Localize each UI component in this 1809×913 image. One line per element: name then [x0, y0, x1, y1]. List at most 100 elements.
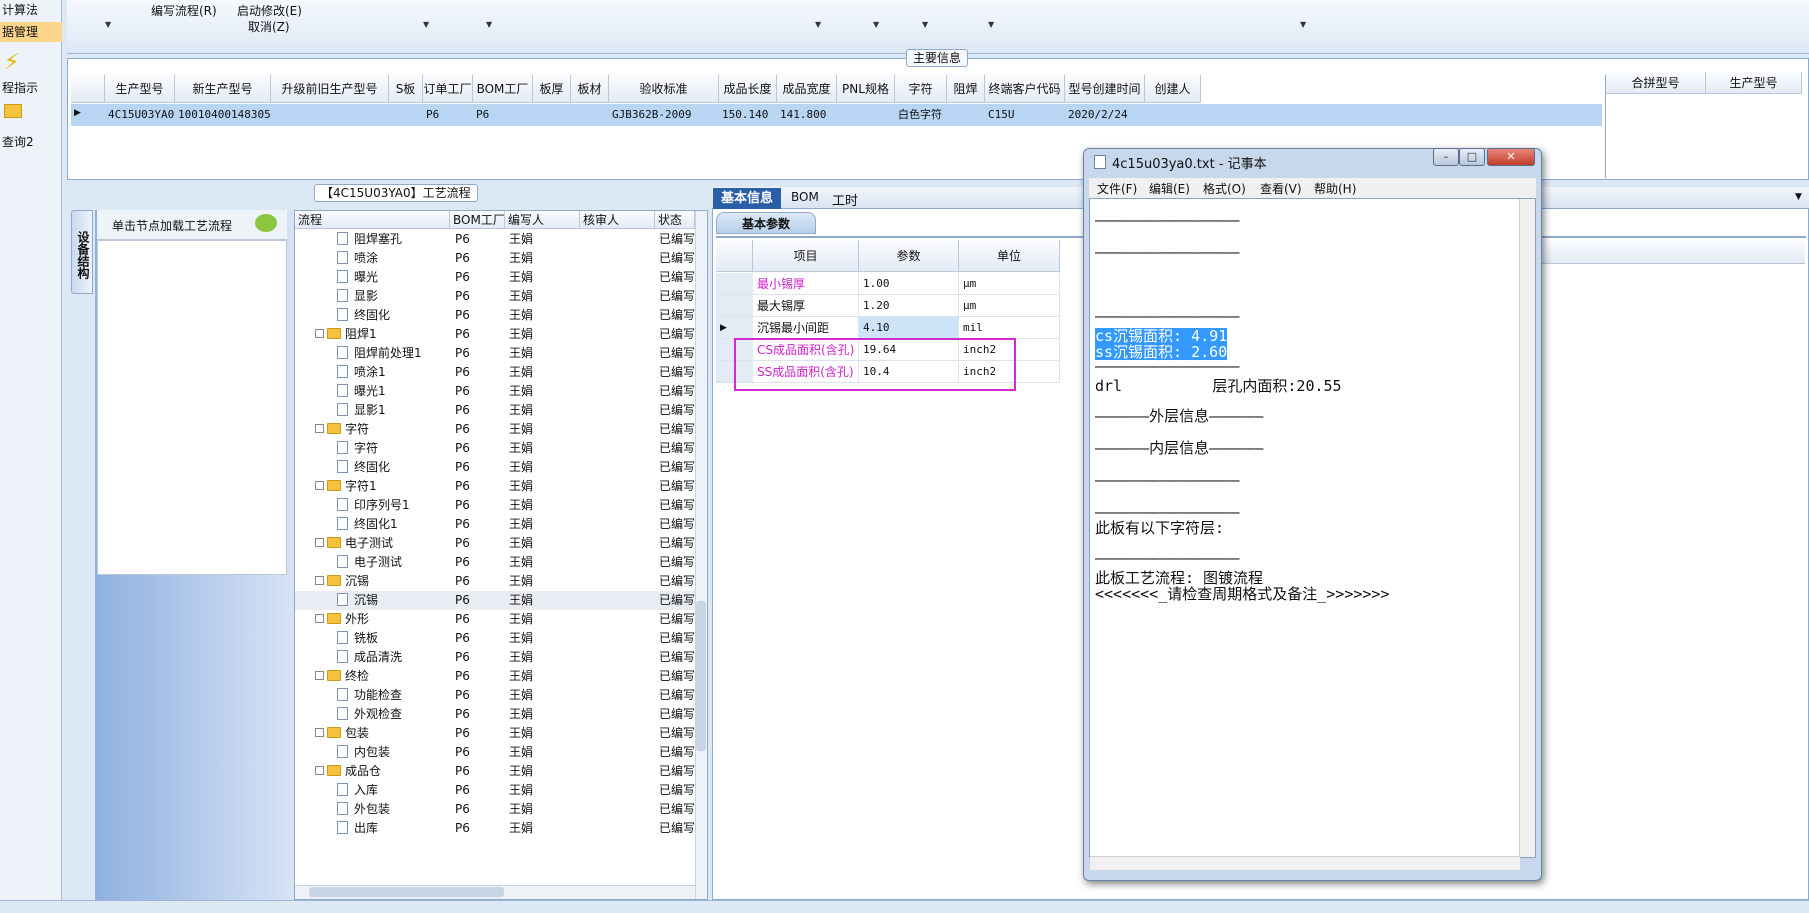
col-header-flow[interactable]: 流程: [295, 211, 450, 229]
menu-edit[interactable]: 编辑(E): [1149, 180, 1190, 197]
tree-row[interactable]: 内包装 P6 王娟 已编写: [295, 743, 695, 762]
horizontal-scrollbar[interactable]: [1090, 856, 1520, 870]
collapse-icon[interactable]: −: [315, 766, 324, 775]
tree-row[interactable]: 印序列号1 P6 王娟 已编写: [295, 496, 695, 515]
subtab-basic-params[interactable]: 基本参数: [716, 212, 816, 234]
chevron-down-icon[interactable]: ▼: [1300, 20, 1306, 29]
tab-basic-info[interactable]: 基本信息: [713, 188, 781, 209]
col-header-reviewer[interactable]: 核审人: [580, 211, 655, 229]
collapse-icon[interactable]: −: [315, 329, 324, 338]
device-tree-area[interactable]: [97, 240, 287, 575]
row-indicator[interactable]: [716, 273, 753, 295]
col-header-merge-model[interactable]: 合拼型号: [1606, 72, 1706, 94]
tree-row[interactable]: − 包装 P6 王娟 已编写: [295, 724, 695, 743]
tree-row[interactable]: 终固化1 P6 王娟 已编写: [295, 515, 695, 534]
menu-view[interactable]: 查看(V): [1260, 180, 1302, 197]
write-flow-button[interactable]: 编写流程(R): [151, 2, 217, 19]
chevron-down-icon[interactable]: ▼: [815, 20, 821, 29]
col-header[interactable]: BOM工厂: [473, 75, 533, 103]
tree-row[interactable]: 沉锡 P6 王娟 已编写: [295, 591, 695, 610]
col-header[interactable]: 订单工厂: [423, 75, 473, 103]
col-header[interactable]: 生产型号: [105, 75, 175, 103]
param-cell-value[interactable]: 1.20: [859, 295, 959, 317]
col-header[interactable]: 板厚: [533, 75, 571, 103]
tree-row[interactable]: 外观检查 P6 王娟 已编写: [295, 705, 695, 724]
col-header[interactable]: 升级前旧生产型号: [271, 75, 389, 103]
row-indicator[interactable]: ▶: [716, 317, 753, 339]
tree-row[interactable]: 显影 P6 王娟 已编写: [295, 287, 695, 306]
chevron-down-icon[interactable]: ▼: [1795, 192, 1802, 202]
tree-row[interactable]: 功能检查 P6 王娟 已编写: [295, 686, 695, 705]
menu-file[interactable]: 文件(F): [1097, 180, 1137, 197]
tree-row[interactable]: 终固化 P6 王娟 已编写: [295, 306, 695, 325]
col-header-bom-factory[interactable]: BOM工厂: [450, 211, 505, 229]
collapse-icon[interactable]: −: [315, 576, 324, 585]
start-modify-button[interactable]: 启动修改(E): [237, 2, 302, 19]
param-cell-item[interactable]: 沉锡最小间距: [753, 317, 859, 339]
tree-row[interactable]: 终固化 P6 王娟 已编写: [295, 458, 695, 477]
tree-row[interactable]: 入库 P6 王娟 已编写: [295, 781, 695, 800]
vertical-scrollbar[interactable]: [1519, 199, 1535, 857]
tree-row[interactable]: 铣板 P6 王娟 已编写: [295, 629, 695, 648]
tab-bom[interactable]: BOM: [791, 190, 819, 204]
tree-row[interactable]: 电子测试 P6 王娟 已编写: [295, 553, 695, 572]
col-header[interactable]: 终端客户代码: [985, 75, 1065, 103]
scrollbar-thumb[interactable]: [696, 601, 706, 751]
col-header[interactable]: PNL规格: [837, 75, 895, 103]
col-header[interactable]: 创建人: [1145, 75, 1201, 103]
col-header[interactable]: 阻焊: [947, 75, 985, 103]
tree-row[interactable]: 曝光1 P6 王娟 已编写: [295, 382, 695, 401]
close-button[interactable]: ✕: [1487, 148, 1535, 166]
tree-row[interactable]: 喷涂 P6 王娟 已编写: [295, 249, 695, 268]
collapse-icon[interactable]: −: [315, 614, 324, 623]
col-header[interactable]: 新生产型号: [175, 75, 271, 103]
chevron-down-icon[interactable]: ▼: [922, 20, 928, 29]
nav-item-data-management[interactable]: 据管理: [0, 22, 62, 42]
col-header-production-model[interactable]: 生产型号: [1706, 72, 1802, 94]
menu-help[interactable]: 帮助(H): [1314, 180, 1356, 197]
vertical-scrollbar[interactable]: [695, 211, 707, 899]
tree-row[interactable]: − 字符 P6 王娟 已编写: [295, 420, 695, 439]
collapse-icon[interactable]: −: [315, 671, 324, 680]
scrollbar-thumb[interactable]: [309, 887, 504, 897]
nav-item-query2[interactable]: 查询2: [0, 132, 62, 152]
minimize-button[interactable]: –: [1433, 148, 1459, 166]
tree-row[interactable]: 字符 P6 王娟 已编写: [295, 439, 695, 458]
nav-item-process-guide[interactable]: 程指示: [0, 78, 62, 98]
col-header-status[interactable]: 状态: [655, 211, 695, 229]
tree-row[interactable]: − 终检 P6 王娟 已编写: [295, 667, 695, 686]
chevron-down-icon[interactable]: ▼: [423, 20, 429, 29]
tab-device-structure[interactable]: 设备结构: [71, 210, 93, 294]
tree-row[interactable]: 阻焊塞孔 P6 王娟 已编写: [295, 230, 695, 249]
col-header[interactable]: 成品宽度: [777, 75, 837, 103]
tree-row[interactable]: − 电子测试 P6 王娟 已编写: [295, 534, 695, 553]
nav-item-calc[interactable]: 计算法: [0, 0, 62, 20]
chevron-down-icon[interactable]: ▼: [105, 20, 111, 29]
maximize-button[interactable]: □: [1459, 148, 1485, 166]
row-indicator[interactable]: [716, 295, 753, 317]
collapse-icon[interactable]: −: [315, 538, 324, 547]
param-cell-value[interactable]: 1.00: [859, 273, 959, 295]
chevron-down-icon[interactable]: ▼: [873, 20, 879, 29]
col-header-param[interactable]: 参数: [859, 240, 959, 272]
tree-row[interactable]: − 阻焊1 P6 王娟 已编写: [295, 325, 695, 344]
tree-row[interactable]: − 外形 P6 王娟 已编写: [295, 610, 695, 629]
menu-format[interactable]: 格式(O): [1203, 180, 1246, 197]
tree-row[interactable]: − 成品仓 P6 王娟 已编写: [295, 762, 695, 781]
col-header[interactable]: S板: [389, 75, 423, 103]
collapse-icon[interactable]: −: [315, 728, 324, 737]
chevron-down-icon[interactable]: ▼: [988, 20, 994, 29]
param-cell-item[interactable]: 最小锡厚: [753, 273, 859, 295]
col-header-writer[interactable]: 编写人: [505, 211, 580, 229]
tree-row[interactable]: 喷涂1 P6 王娟 已编写: [295, 363, 695, 382]
tree-row[interactable]: − 沉锡 P6 王娟 已编写: [295, 572, 695, 591]
col-header[interactable]: 验收标准: [609, 75, 719, 103]
tree-row[interactable]: 曝光 P6 王娟 已编写: [295, 268, 695, 287]
cancel-button[interactable]: 取消(Z): [248, 18, 290, 35]
tab-work-hours[interactable]: 工时: [832, 190, 858, 209]
tree-row[interactable]: 显影1 P6 王娟 已编写: [295, 401, 695, 420]
tree-row[interactable]: − 字符1 P6 王娟 已编写: [295, 477, 695, 496]
tree-row[interactable]: 阻焊前处理1 P6 王娟 已编写: [295, 344, 695, 363]
param-cell-value[interactable]: 4.10: [859, 317, 959, 339]
tree-row[interactable]: 成品清洗 P6 王娟 已编写: [295, 648, 695, 667]
